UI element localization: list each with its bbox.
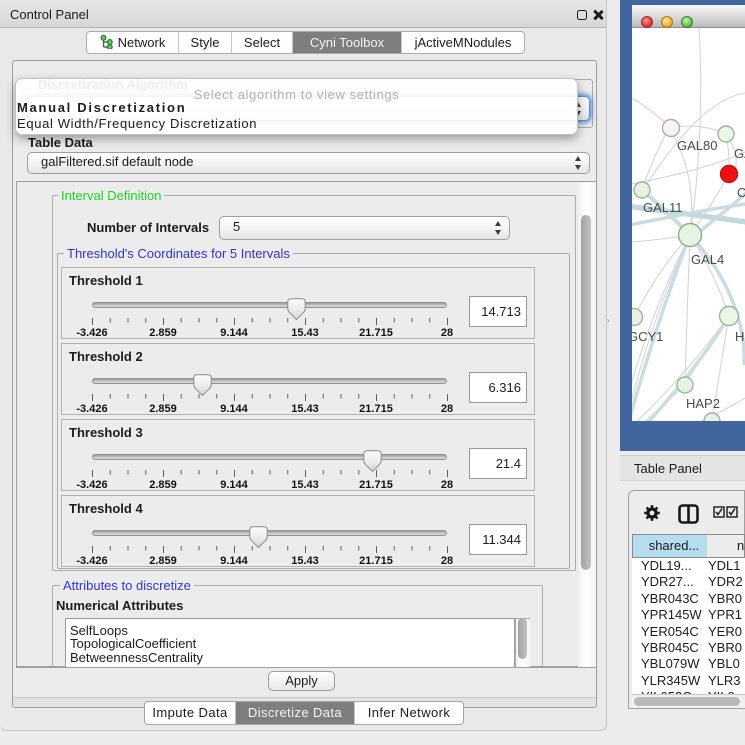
svg-text:HAP2: HAP2 <box>686 396 720 411</box>
svg-text:GAL80: GAL80 <box>677 138 717 153</box>
svg-text:GAL2: GAL2 <box>734 146 745 161</box>
svg-text:GCY1: GCY1 <box>632 329 663 344</box>
svg-text:GAL11: GAL11 <box>643 200 683 215</box>
svg-text:H: H <box>735 329 744 344</box>
svg-text:GAL4: GAL4 <box>691 252 724 267</box>
svg-text:CR: CR <box>737 185 745 200</box>
